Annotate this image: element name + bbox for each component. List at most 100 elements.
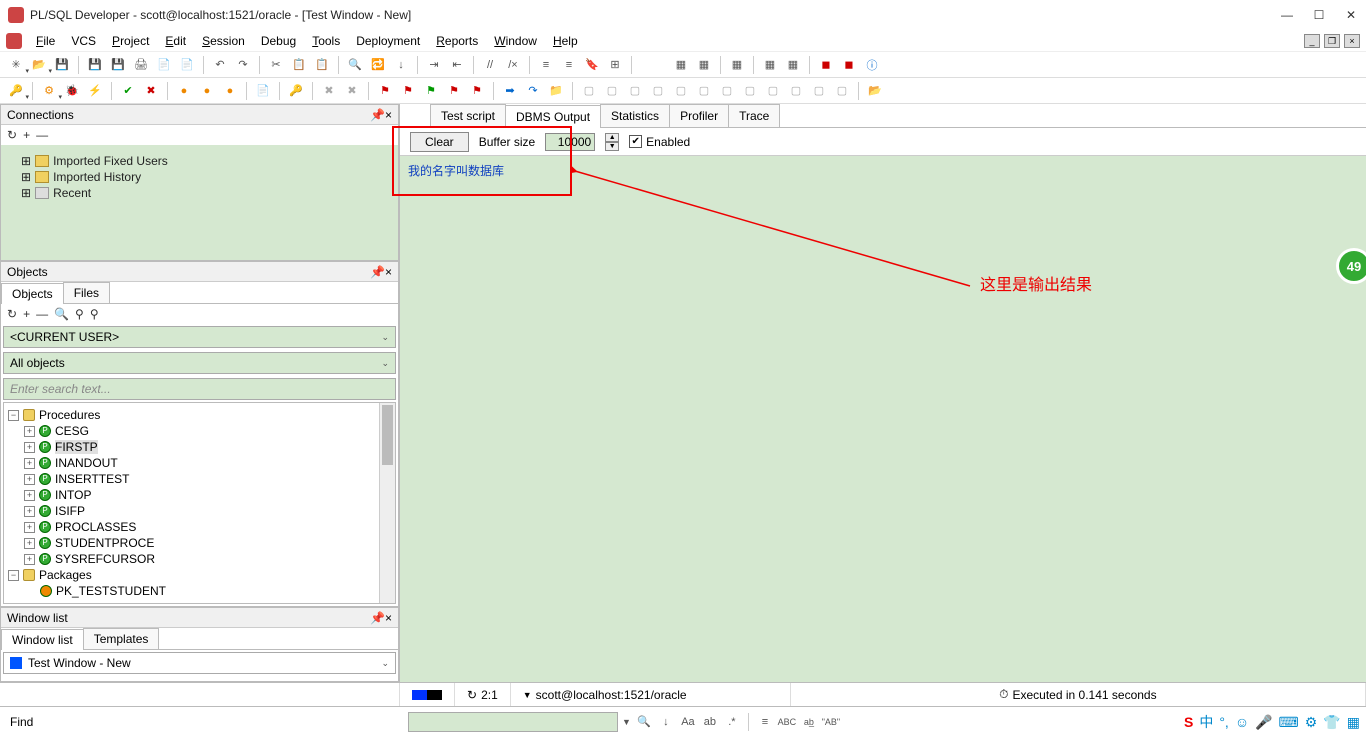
expand-icon[interactable]: + [24, 426, 35, 437]
find-next-button[interactable]: ↓ [391, 55, 411, 75]
menu-debug[interactable]: Debug [253, 32, 304, 50]
menu-tools[interactable]: Tools [304, 32, 348, 50]
w5[interactable]: ▢ [671, 81, 691, 101]
find-search-icon[interactable]: 🔍 [635, 713, 653, 731]
find-abc-icon[interactable]: ABC [778, 713, 796, 731]
new-button[interactable]: ✳ [6, 55, 26, 75]
obj-refresh-icon[interactable]: ↻ [7, 307, 17, 321]
print-button[interactable]: 🖨 [131, 55, 151, 75]
ime-grid-icon[interactable]: ▦ [1347, 714, 1360, 731]
tab-dbms-output[interactable]: DBMS Output [505, 105, 601, 128]
report-button[interactable]: ▦ [727, 55, 747, 75]
enabled-checkbox[interactable]: ✔Enabled [629, 135, 690, 149]
step-over[interactable]: ↷ [523, 81, 543, 101]
expand-icon[interactable]: + [24, 522, 35, 533]
menu-edit[interactable]: Edit [157, 32, 194, 50]
scope-dropdown[interactable]: All objects⌄ [3, 352, 396, 374]
replace-button[interactable]: 🔁 [368, 55, 388, 75]
find-regex-icon[interactable]: .* [723, 713, 741, 731]
w3[interactable]: ▢ [625, 81, 645, 101]
uncomment-button[interactable]: /× [503, 55, 523, 75]
conn-item-history[interactable]: Imported History [53, 170, 141, 184]
flag-r2[interactable]: ⚑ [398, 81, 418, 101]
tab-statistics[interactable]: Statistics [600, 104, 670, 127]
w10[interactable]: ▢ [786, 81, 806, 101]
conn-refresh-icon[interactable]: ↻ [7, 128, 17, 142]
menu-session[interactable]: Session [194, 32, 253, 50]
refresh-icon[interactable]: ↻ [467, 688, 477, 702]
tab-test-script[interactable]: Test script [430, 104, 506, 127]
menu-vcs[interactable]: VCS [63, 32, 104, 50]
buffer-size-input[interactable] [545, 133, 595, 151]
connect-button[interactable]: 🔑 [6, 81, 26, 101]
expand-icon[interactable]: + [24, 490, 35, 501]
expand-icon[interactable]: + [24, 506, 35, 517]
scrollbar[interactable] [379, 403, 395, 603]
tab-trace[interactable]: Trace [728, 104, 780, 127]
menu-file[interactable]: File [28, 32, 63, 50]
find-word-icon[interactable]: ab [701, 713, 719, 731]
menu-window[interactable]: Window [486, 32, 545, 50]
win-b-button[interactable]: ▦ [783, 55, 803, 75]
mdi-close[interactable]: × [1344, 34, 1360, 48]
w1[interactable]: ▢ [579, 81, 599, 101]
key-button[interactable]: 🔑 [286, 81, 306, 101]
tab-templates[interactable]: Templates [83, 628, 160, 649]
connections-close[interactable]: × [385, 108, 392, 122]
procedures-node[interactable]: Procedures [39, 408, 100, 422]
ime-lang-icon[interactable]: 中 [1199, 712, 1213, 732]
w4[interactable]: ▢ [648, 81, 668, 101]
package-item[interactable]: PK_TESTSTUDENT [56, 584, 166, 598]
collapse-icon[interactable]: − [8, 570, 19, 581]
mdi-minimize[interactable]: _ [1304, 34, 1320, 48]
tab-files[interactable]: Files [63, 282, 110, 303]
obj-add-icon[interactable]: + [23, 307, 30, 321]
w11[interactable]: ▢ [809, 81, 829, 101]
copy-button[interactable]: 📋 [289, 55, 309, 75]
winlist-pin-icon[interactable]: 📌 [370, 611, 385, 625]
tool-a[interactable]: 📄 [154, 55, 174, 75]
debug-button[interactable]: 🐞 [62, 81, 82, 101]
break-b[interactable]: ● [197, 81, 217, 101]
script-button[interactable]: 📄 [253, 81, 273, 101]
win-a-button[interactable]: ▦ [760, 55, 780, 75]
ime-keyboard-icon[interactable]: ⌨ [1279, 714, 1299, 731]
w7[interactable]: ▢ [717, 81, 737, 101]
find-list-icon[interactable]: ≡ [756, 713, 774, 731]
procedure-item[interactable]: CESG [55, 424, 89, 438]
connections-tree[interactable]: ⊞Imported Fixed Users ⊞Imported History … [1, 145, 398, 260]
winlist-close[interactable]: × [385, 611, 392, 625]
buffer-down-icon[interactable]: ▼ [605, 142, 619, 151]
objects-close[interactable]: × [385, 265, 392, 279]
conn-item-recent[interactable]: Recent [53, 186, 91, 200]
expand-icon[interactable]: + [24, 538, 35, 549]
w2[interactable]: ▢ [602, 81, 622, 101]
break-button[interactable]: ◼ [839, 55, 859, 75]
tab-windowlist[interactable]: Window list [1, 629, 84, 650]
conn-add-icon[interactable]: + [23, 128, 30, 142]
commit-button[interactable]: ✔ [118, 81, 138, 101]
object-search-input[interactable]: Enter search text... [3, 378, 396, 400]
flag-r3[interactable]: ⚑ [444, 81, 464, 101]
window-button[interactable]: ⊞ [605, 55, 625, 75]
dbms-output-area[interactable]: 我的名字叫数据库 这里是输出结果 [400, 156, 1366, 682]
break-c[interactable]: ● [220, 81, 240, 101]
find-quote-icon[interactable]: "AB" [822, 713, 840, 731]
ime-emoji-icon[interactable]: ☺ [1235, 714, 1249, 730]
procedure-item[interactable]: ISIFP [55, 504, 85, 518]
user-dropdown[interactable]: <CURRENT USER>⌄ [3, 326, 396, 348]
obj-filter-a-icon[interactable]: ⚲ [75, 307, 84, 321]
undo-button[interactable]: ↶ [210, 55, 230, 75]
conn-remove-icon[interactable]: — [36, 128, 48, 142]
window-list-item[interactable]: Test Window - New ⌄ [3, 652, 396, 674]
stop-button[interactable]: ◼ [816, 55, 836, 75]
collapse-icon[interactable]: − [8, 410, 19, 421]
procedure-item[interactable]: INANDOUT [55, 456, 118, 470]
folder-out[interactable]: 📂 [865, 81, 885, 101]
run-arrow[interactable]: ➡ [500, 81, 520, 101]
clear-button[interactable]: Clear [410, 132, 469, 152]
format-button[interactable]: ≡ [559, 55, 579, 75]
menu-deployment[interactable]: Deployment [348, 32, 428, 50]
cut-button[interactable]: ✂ [266, 55, 286, 75]
find-case-icon[interactable]: Aa [679, 713, 697, 731]
